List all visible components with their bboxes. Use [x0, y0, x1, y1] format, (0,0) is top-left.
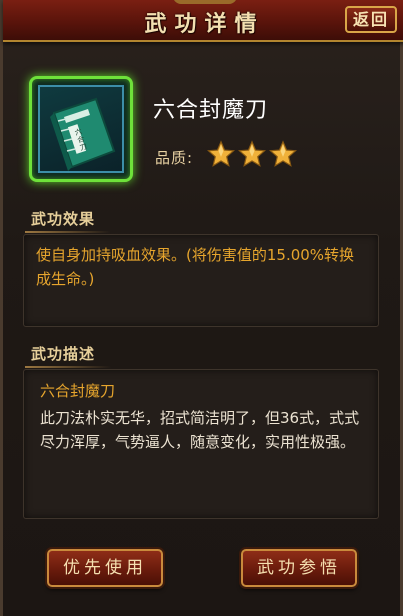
- skill-name: 六合封魔刀: [153, 98, 269, 123]
- page-title: 武功详情: [144, 12, 265, 37]
- effect-text: 使自身加持吸血效果。(将伤害值的15.00%转换成生命。): [36, 246, 355, 288]
- book-icon: 六 合 刀: [50, 97, 116, 171]
- priority-use-button[interactable]: 优先使用: [47, 549, 163, 587]
- skill-icon-slot: 六 合 刀: [38, 85, 124, 173]
- star-icon: [207, 140, 235, 167]
- comprehend-skill-button[interactable]: 武功参悟: [241, 549, 357, 587]
- skill-icon-frame[interactable]: 六 合 刀: [29, 76, 133, 182]
- effect-box: 使自身加持吸血效果。(将伤害值的15.00%转换成生命。): [23, 234, 379, 327]
- quality-label: 品质:: [155, 149, 194, 167]
- skill-detail-panel: 武功详情 返回 六 合 刀 六合封魔刀 品质: 武功效果 使自身加持吸血效果。(…: [0, 0, 403, 616]
- description-section-label: 武功描述: [24, 345, 112, 368]
- back-button[interactable]: 返回: [345, 6, 397, 33]
- description-title: 六合封魔刀: [40, 382, 116, 400]
- header-ornament: [173, 0, 237, 4]
- description-box: 六合封魔刀 此刀法朴实无华，招式简洁明了，但36式，式式尽力浑厚，气势逼人，随意…: [23, 369, 379, 519]
- effect-section-label: 武功效果: [24, 210, 112, 233]
- star-icon: [238, 140, 266, 167]
- description-text: 此刀法朴实无华，招式简洁明了，但36式，式式尽力浑厚，气势逼人，随意变化，实用性…: [40, 409, 360, 451]
- header-bar: 武功详情 返回: [3, 0, 403, 42]
- star-icon: [269, 140, 297, 167]
